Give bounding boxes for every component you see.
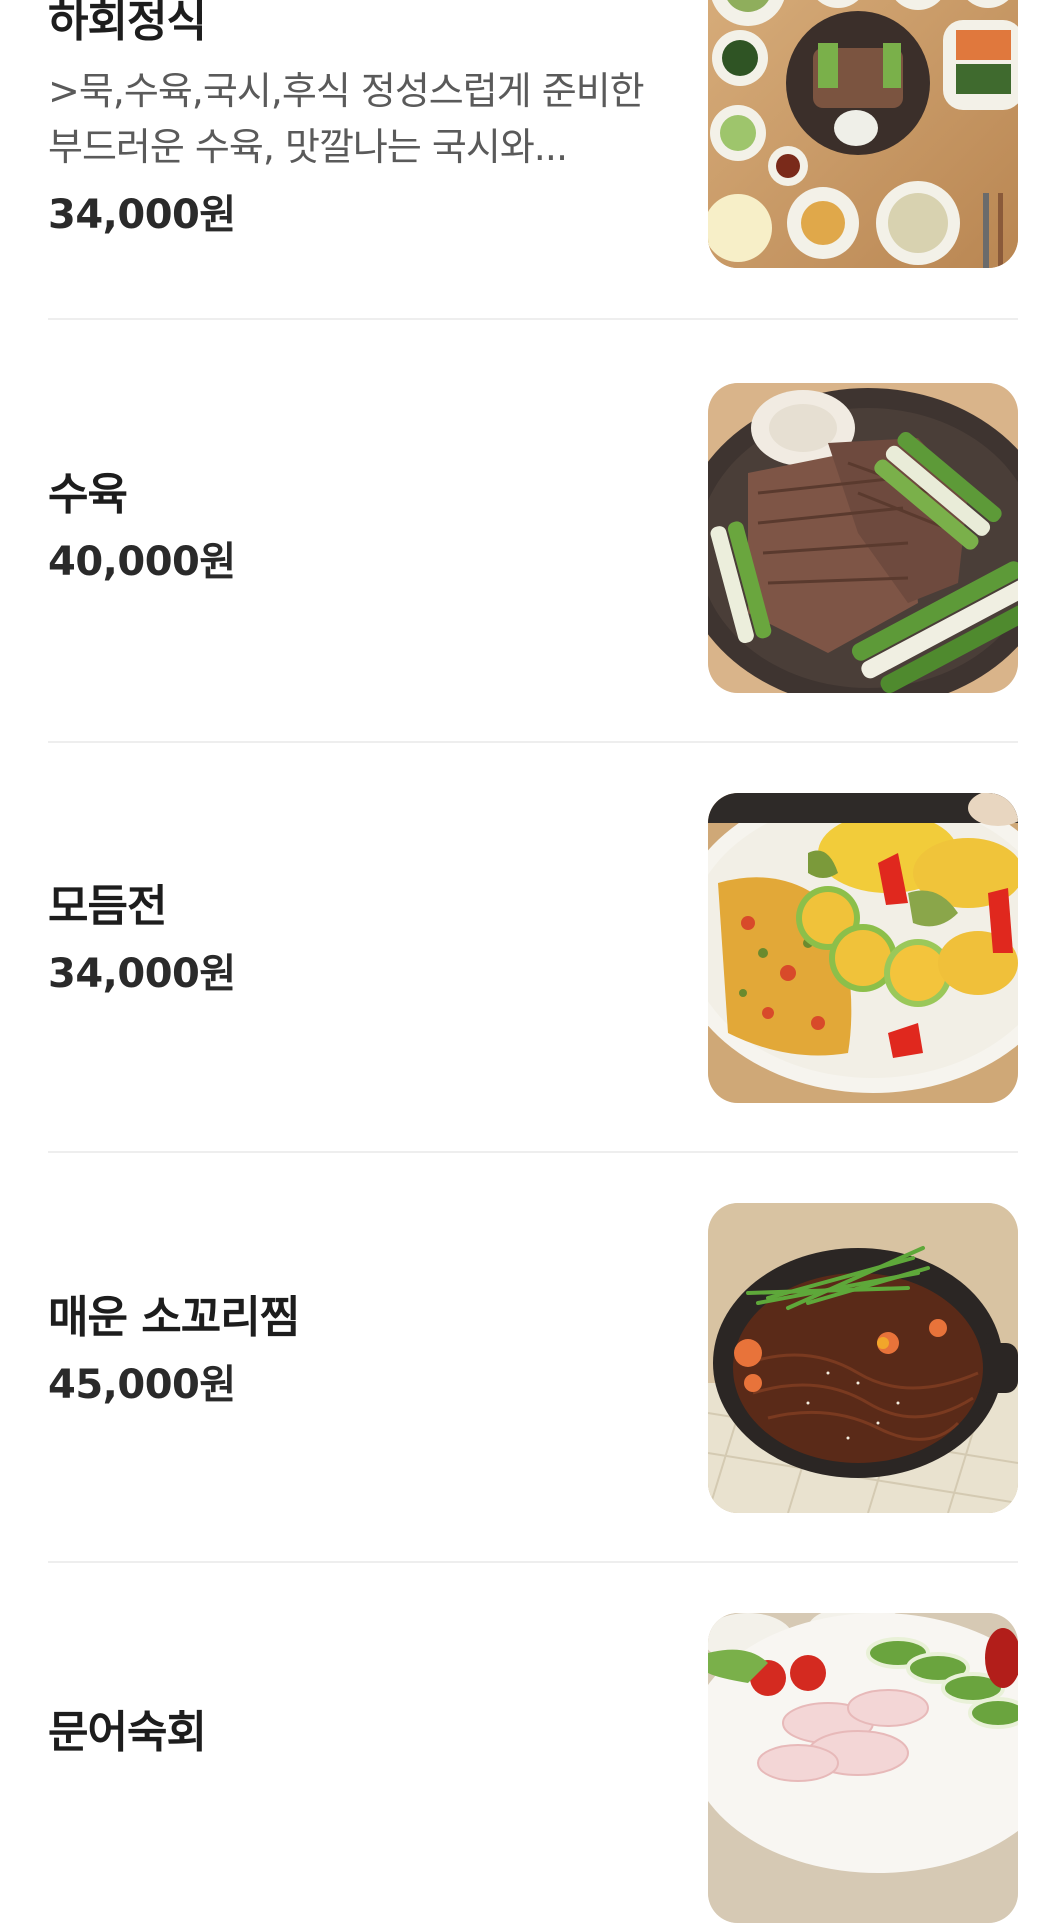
- menu-list: 하회정식 >묵,수육,국시,후식 정성스럽게 준비한 부드러운 수육, 맛깔나는…: [0, 0, 1044, 1923]
- menu-item-description: >묵,수육,국시,후식 정성스럽게 준비한 부드러운 수육, 맛깔나는 국시와.…: [48, 69, 645, 169]
- boiled-octopus-photo: [708, 1613, 1018, 1923]
- menu-item-name: 하회정식: [48, 0, 207, 47]
- menu-item-image[interactable]: [708, 793, 1018, 1103]
- menu-item-price: 45,000원: [48, 1362, 236, 1408]
- assorted-pancakes-photo: [708, 793, 1018, 1103]
- menu-item-name: 수육: [48, 469, 128, 520]
- menu-item[interactable]: 매운 소꼬리찜 45,000원: [48, 1153, 1018, 1563]
- menu-item[interactable]: 하회정식 >묵,수육,국시,후식 정성스럽게 준비한 부드러운 수육, 맛깔나는…: [48, 0, 1018, 320]
- menu-item-image[interactable]: [708, 383, 1018, 693]
- menu-item-image[interactable]: [708, 1203, 1018, 1513]
- menu-item-price: 40,000원: [48, 539, 236, 585]
- menu-item-image[interactable]: [708, 1613, 1018, 1923]
- menu-item-name: 매운 소꼬리찜: [48, 1292, 300, 1343]
- menu-item[interactable]: 수육 40,000원: [48, 333, 1018, 743]
- menu-item-text: 모듬전 34,000원: [48, 880, 648, 1000]
- menu-item-image[interactable]: [708, 0, 1018, 268]
- menu-item-price: 34,000원: [48, 951, 236, 997]
- spicy-braised-oxtail-photo: [708, 1203, 1018, 1513]
- boiled-pork-slices-photo: [708, 383, 1018, 693]
- korean-set-meal-photo: [708, 0, 1018, 268]
- menu-item-price: 34,000원: [48, 192, 236, 238]
- menu-item-name: 모듬전: [48, 881, 167, 932]
- menu-item-text: 매운 소꼬리찜 45,000원: [48, 1291, 648, 1411]
- menu-item[interactable]: 모듬전 34,000원: [48, 743, 1018, 1153]
- menu-item-name: 문어숙회: [48, 1707, 207, 1758]
- menu-item-text: 문어숙회: [48, 1706, 648, 1774]
- menu-item-text: 하회정식 >묵,수육,국시,후식 정성스럽게 준비한 부드러운 수육, 맛깔나는…: [48, 0, 648, 241]
- menu-item[interactable]: 문어숙회: [48, 1563, 1018, 1923]
- menu-item-text: 수육 40,000원: [48, 468, 648, 588]
